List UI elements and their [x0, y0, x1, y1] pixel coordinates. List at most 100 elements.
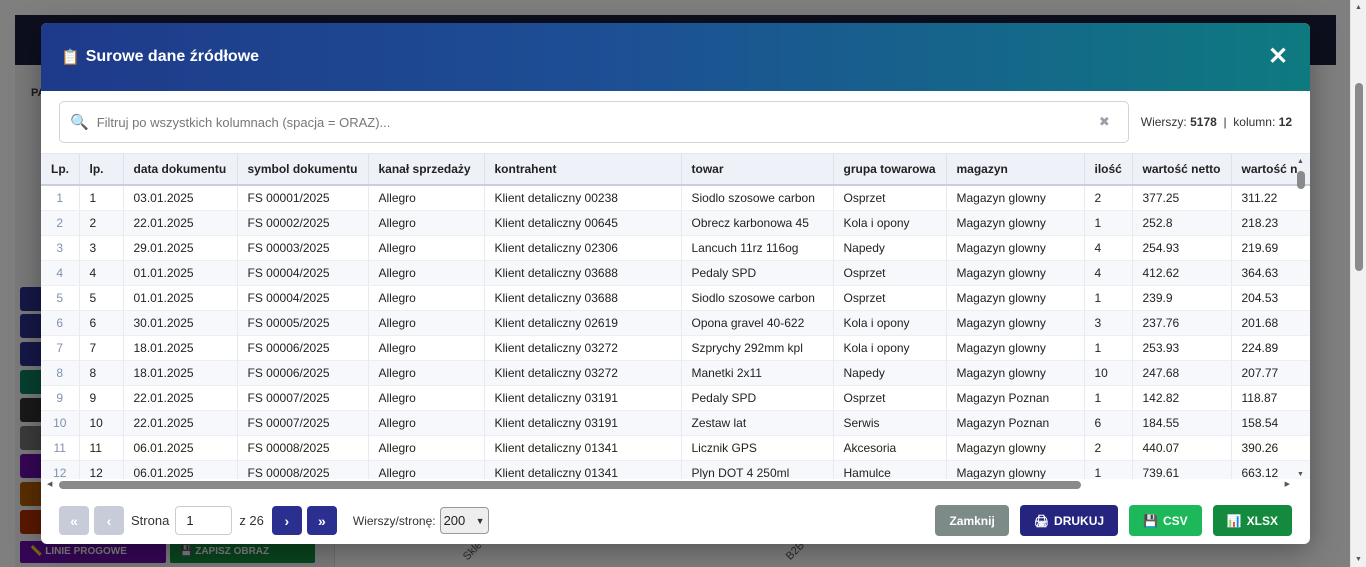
- clear-filter-icon[interactable]: ✖: [1099, 114, 1110, 130]
- table-cell: 10: [1084, 360, 1133, 386]
- first-page-button[interactable]: «: [59, 506, 89, 535]
- column-header[interactable]: data dokumentu: [123, 154, 238, 186]
- rows-per-page-select[interactable]: 200 ▼: [439, 507, 489, 534]
- rows-per-page-label: Wierszy/stronę:: [352, 513, 436, 528]
- table-cell: 142.82: [1132, 385, 1232, 411]
- table-cell: 1: [1084, 210, 1133, 236]
- table-row[interactable]: 3 3 29.01.2025 FS 00003/2025 Allegro Klient d…: [41, 235, 1310, 261]
- page-scrollbar[interactable]: ▲ ▼: [1350, 0, 1366, 567]
- table-cell: Allegro: [368, 360, 485, 386]
- csv-export-button[interactable]: 💾 CSV: [1129, 505, 1202, 536]
- column-header[interactable]: Lp.: [41, 154, 80, 186]
- table-cell: FS 00002/2025: [237, 210, 369, 236]
- page-number-input[interactable]: [175, 506, 233, 535]
- table-cell: 18.01.2025: [123, 335, 238, 361]
- row-number-cell: 3: [41, 235, 80, 261]
- previous-page-button[interactable]: ‹: [94, 506, 124, 535]
- table-cell: Klient detaliczny 03272: [484, 360, 682, 386]
- column-header[interactable]: ilość: [1084, 154, 1133, 186]
- table-cell: Licznik GPS: [681, 435, 834, 461]
- table-cell: 3: [79, 235, 124, 261]
- table-cell: Magazyn glowny: [946, 235, 1085, 261]
- table-cell: FS 00004/2025: [237, 285, 369, 311]
- scroll-up-arrow-icon[interactable]: ▲: [1297, 158, 1304, 165]
- table-row[interactable]: 2 2 22.01.2025 FS 00002/2025 Allegro Klient d…: [41, 210, 1310, 236]
- filter-input[interactable]: [96, 114, 1099, 130]
- table-cell: 10: [79, 410, 124, 436]
- table-row[interactable]: 4 4 01.01.2025 FS 00004/2025 Allegro Klient d…: [41, 260, 1310, 286]
- stats-separator: |: [1223, 115, 1227, 129]
- scroll-left-arrow-icon[interactable]: ◀: [47, 480, 52, 488]
- table-cell: 22.01.2025: [123, 210, 238, 236]
- scroll-down-arrow-icon[interactable]: ▼: [1355, 556, 1362, 563]
- table-cell: Allegro: [368, 435, 485, 461]
- table-cell: Magazyn glowny: [946, 435, 1085, 461]
- close-icon[interactable]: ✕: [1266, 45, 1290, 69]
- next-page-button[interactable]: ›: [271, 506, 302, 535]
- column-header[interactable]: wartość netto: [1132, 154, 1232, 186]
- table-cell: Klient detaliczny 03688: [484, 285, 682, 311]
- table-cell: Klient detaliczny 00645: [484, 210, 682, 236]
- table-cell: Obrecz karbonowa 45: [681, 210, 834, 236]
- columns-label: kolumn:: [1233, 115, 1276, 129]
- table-cell: 252.8: [1132, 210, 1232, 236]
- column-header[interactable]: lp.: [79, 154, 124, 186]
- modal-title-text: Surowe dane źródłowe: [85, 48, 260, 65]
- data-table-container[interactable]: Lp. lp. data dokumentu symbol dokumentu kana…: [41, 153, 1310, 479]
- column-header[interactable]: towar: [681, 154, 834, 186]
- table-cell: Allegro: [368, 285, 485, 311]
- table-cell: Osprzet: [833, 185, 947, 211]
- clipboard-icon: 📋: [61, 49, 80, 66]
- page-scrollbar-thumb[interactable]: [1355, 83, 1363, 271]
- scroll-right-arrow-icon[interactable]: ▶: [1285, 480, 1290, 488]
- table-cell: FS 00006/2025: [237, 335, 369, 361]
- table-cell: 30.01.2025: [123, 310, 238, 336]
- filter-row: 🔍 ✖ Wierszy: 5178 | kolumn: 12: [41, 91, 1310, 153]
- table-cell: 18.01.2025: [123, 360, 238, 386]
- print-button[interactable]: 🖨 DRUKUJ: [1019, 505, 1119, 536]
- row-number-cell: 4: [41, 260, 80, 286]
- row-number-cell: 1: [41, 185, 80, 211]
- table-cell: 6: [79, 310, 124, 336]
- columns-count: 12: [1278, 115, 1292, 129]
- last-page-button[interactable]: »: [306, 506, 337, 535]
- table-row[interactable]: 8 8 18.01.2025 FS 00006/2025 Allegro Klient d…: [41, 360, 1310, 386]
- table-row[interactable]: 7 7 18.01.2025 FS 00006/2025 Allegro Klient d…: [41, 335, 1310, 361]
- table-row[interactable]: 6 6 30.01.2025 FS 00005/2025 Allegro Klient d…: [41, 310, 1310, 336]
- table-cell: Klient detaliczny 03191: [484, 410, 682, 436]
- scroll-up-arrow-icon[interactable]: ▲: [1355, 4, 1362, 11]
- table-cell: Allegro: [368, 410, 485, 436]
- table-row[interactable]: 5 5 01.01.2025 FS 00004/2025 Allegro Klient d…: [41, 285, 1310, 311]
- table-vscroll-thumb[interactable]: [1297, 171, 1305, 189]
- table-cell: Allegro: [368, 310, 485, 336]
- table-row[interactable]: 11 11 06.01.2025 FS 00008/2025 Allegro Klient…: [41, 435, 1310, 461]
- table-vertical-scrollbar[interactable]: ▲ ▼: [1296, 154, 1306, 479]
- table-cell: Kola i opony: [833, 310, 947, 336]
- table-hscroll-thumb[interactable]: [59, 481, 1081, 489]
- table-cell: Magazyn Poznan: [946, 410, 1085, 436]
- column-header[interactable]: kontrahent: [484, 154, 682, 186]
- table-row[interactable]: 1 1 03.01.2025 FS 00001/2025 Allegro Klient d…: [41, 185, 1310, 211]
- table-horizontal-scrollbar[interactable]: ◀ ▶: [41, 477, 1310, 493]
- search-icon: 🔍: [70, 114, 89, 131]
- table-cell: 06.01.2025: [123, 435, 238, 461]
- table-cell: 9: [79, 385, 124, 411]
- table-cell: Magazyn glowny: [946, 335, 1085, 361]
- table-cell: Magazyn glowny: [946, 285, 1085, 311]
- column-header[interactable]: grupa towarowa: [833, 154, 947, 186]
- table-cell: 2: [1084, 435, 1133, 461]
- column-header[interactable]: kanał sprzedaży: [368, 154, 485, 186]
- column-header[interactable]: magazyn: [946, 154, 1085, 186]
- table-row[interactable]: 10 10 22.01.2025 FS 00007/2025 Allegro Klient…: [41, 410, 1310, 436]
- table-cell: 1: [1084, 385, 1133, 411]
- table-cell: FS 00008/2025: [237, 435, 369, 461]
- xlsx-export-button[interactable]: 📊 XLSX: [1212, 505, 1292, 536]
- close-button[interactable]: Zamknij: [935, 505, 1009, 536]
- table-row[interactable]: 9 9 22.01.2025 FS 00007/2025 Allegro Klient d…: [41, 385, 1310, 411]
- rows-label: Wierszy:: [1140, 115, 1187, 129]
- table-cell: Allegro: [368, 260, 485, 286]
- table-cell: Klient detaliczny 03272: [484, 335, 682, 361]
- table-cell: FS 00001/2025: [237, 185, 369, 211]
- table-cell: Klient detaliczny 02619: [484, 310, 682, 336]
- column-header[interactable]: symbol dokumentu: [237, 154, 369, 186]
